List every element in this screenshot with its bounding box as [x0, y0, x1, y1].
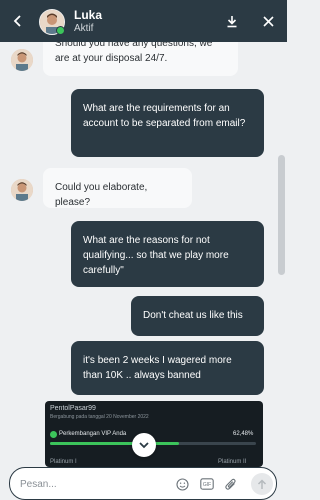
agent-message-avatar	[11, 179, 33, 201]
online-status-dot	[56, 26, 65, 35]
agent-message-avatar	[11, 49, 33, 71]
agent-message: Should you have any questions, we are at…	[43, 42, 238, 76]
agent-status: Aktif	[74, 23, 94, 34]
user-message: What are the reasons for not qualifying.…	[71, 221, 264, 287]
attachment-icon[interactable]	[224, 477, 238, 491]
agent-message: Could you elaborate, please?	[43, 168, 192, 208]
vip-tier-next: Platinum II	[218, 459, 247, 465]
download-icon[interactable]	[222, 0, 242, 42]
scroll-to-bottom-button[interactable]	[132, 433, 156, 457]
message-composer: GIF	[9, 467, 277, 500]
back-arrow-icon[interactable]	[8, 0, 28, 42]
send-arrow-icon	[257, 478, 267, 489]
close-icon[interactable]	[258, 0, 278, 42]
user-message: Don't cheat us like this	[131, 296, 264, 336]
chevron-down-icon	[139, 441, 149, 448]
vip-progress-image[interactable]: PentolPasar99 Bergabung pada tanggal 20 …	[45, 401, 263, 467]
user-message: it's been 2 weeks I wagered more than 10…	[71, 341, 264, 395]
chat-messages: Should you have any questions, we are at…	[0, 42, 287, 462]
promo-username: PentolPasar99	[50, 405, 96, 412]
message-input[interactable]	[20, 476, 160, 492]
vip-tier-current: Platinum I	[50, 459, 77, 465]
chat-header: Luka Aktif	[0, 0, 287, 42]
send-button[interactable]	[251, 473, 273, 495]
emoji-icon[interactable]	[175, 477, 189, 491]
agent-name: Luka	[74, 8, 103, 22]
vip-progress-percent: 62,48%	[233, 431, 254, 437]
vip-icon	[50, 431, 57, 438]
svg-text:GIF: GIF	[203, 482, 211, 488]
chat-scrollbar[interactable]	[278, 155, 285, 275]
gif-icon[interactable]: GIF	[200, 477, 214, 491]
vip-progress-fill	[50, 442, 179, 445]
vip-progress-label: Perkembangan VIP Anda	[59, 431, 127, 437]
promo-join-date: Bergabung pada tanggal 20 November 2022	[50, 414, 149, 420]
user-message: What are the requirements for an account…	[71, 89, 264, 157]
